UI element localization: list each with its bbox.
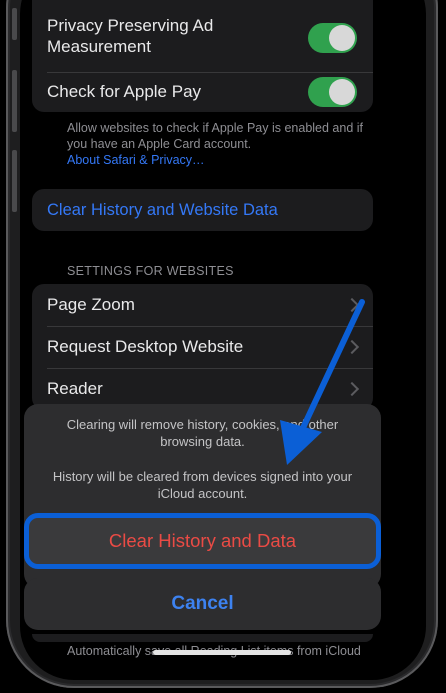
arrow-icon bbox=[280, 299, 365, 465]
